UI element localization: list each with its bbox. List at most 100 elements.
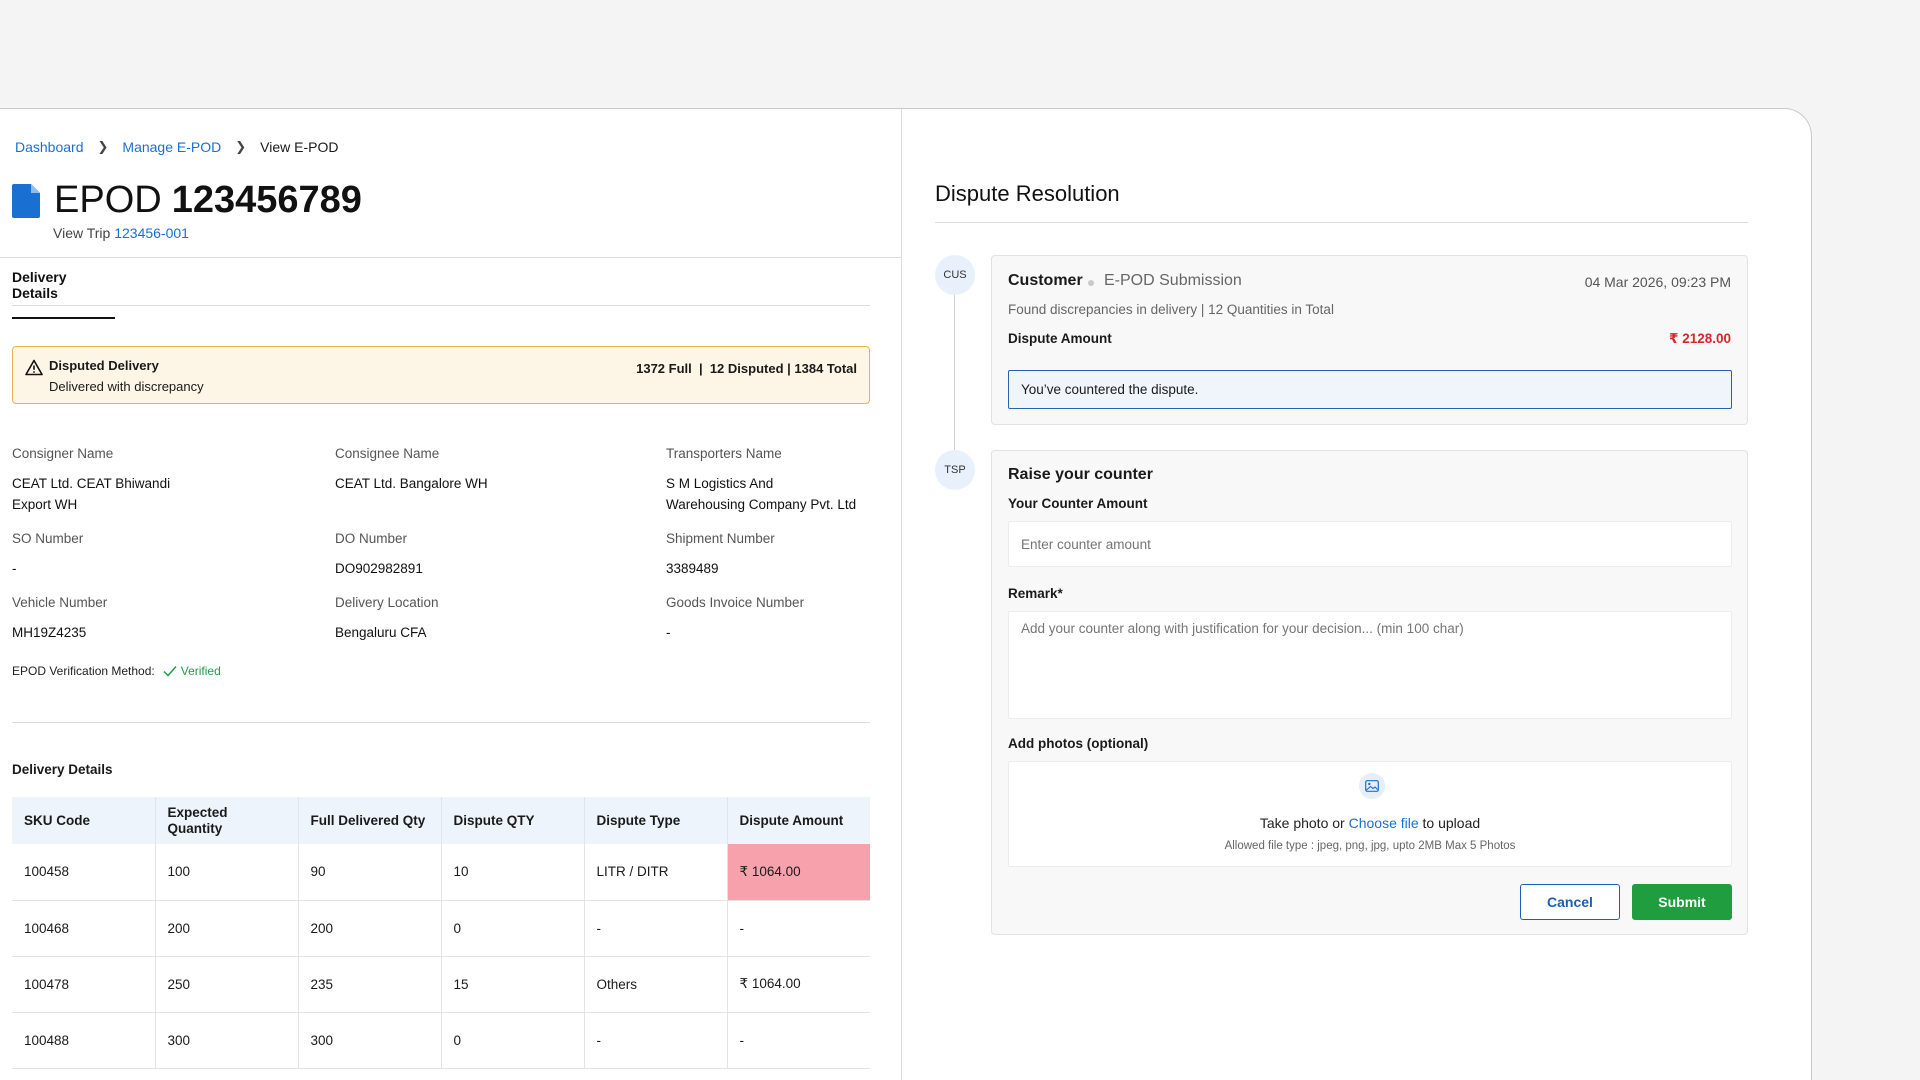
expected-qty-cell: 300 bbox=[155, 1012, 299, 1069]
consignee-name-field: Consignee Name CEAT Ltd. Bangalore WH bbox=[335, 446, 488, 494]
disputed-delivery-alert: Disputed Delivery Delivered with discrep… bbox=[12, 346, 870, 404]
delivery-details-table: SKU Code Expected Quantity Full Delivere… bbox=[12, 797, 870, 1069]
sku-code-cell: 100488 bbox=[12, 1012, 156, 1069]
choose-file-link[interactable]: Choose file bbox=[1349, 815, 1419, 831]
field-value-line: CEAT Ltd. CEAT Bhiwandi bbox=[12, 476, 171, 491]
field-label: Goods Invoice Number bbox=[666, 595, 805, 610]
vehicle-number-field: Vehicle Number MH19Z4235 bbox=[12, 595, 107, 643]
consigner-name-field: Consigner Name CEAT Ltd. CEAT Bhiwandi E… bbox=[12, 446, 170, 515]
alert-summary: 1372 Full | 12 Disputed | 1384 Total bbox=[636, 361, 857, 376]
remark-textarea[interactable] bbox=[1008, 611, 1732, 719]
field-value: CEAT Ltd. CEAT Bhiwandi Export WH bbox=[12, 473, 170, 515]
so-number-field: SO Number - bbox=[12, 531, 83, 579]
field-value: Bengaluru CFA bbox=[335, 625, 427, 640]
field-value: DO902982891 bbox=[335, 561, 423, 576]
sku-code-cell: 100468 bbox=[12, 900, 156, 957]
entry-kind: E-POD Submission bbox=[1104, 272, 1242, 289]
dispute-entry-card: Customer E-POD Submission 04 Mar 2026, 0… bbox=[991, 255, 1748, 425]
epod-details-pane: Dashboard ❯ Manage E-POD ❯ View E-POD EP… bbox=[0, 109, 902, 1080]
field-label: Vehicle Number bbox=[12, 595, 108, 610]
table-row: 100458 100 90 10 LITR / DITR ₹ 1064.00 bbox=[12, 844, 870, 901]
upload-instructions: Take photo or Choose file to upload bbox=[1009, 815, 1731, 831]
column-header: SKU Code bbox=[12, 797, 156, 844]
field-value: - bbox=[12, 561, 17, 576]
field-label: Shipment Number bbox=[666, 531, 775, 546]
dispute-qty-cell: 10 bbox=[441, 844, 585, 901]
app-frame: Dashboard ❯ Manage E-POD ❯ View E-POD EP… bbox=[0, 108, 1812, 1080]
breadcrumb-dashboard[interactable]: Dashboard bbox=[15, 139, 84, 155]
upload-prefix: Take photo or bbox=[1259, 815, 1345, 831]
shipment-number-field: Shipment Number 3389489 bbox=[666, 531, 775, 579]
field-value-line: Warehousing Company Pvt. Ltd bbox=[666, 497, 857, 512]
check-icon bbox=[163, 666, 177, 677]
delivered-qty-cell: 300 bbox=[298, 1012, 442, 1069]
dot-separator bbox=[1088, 280, 1094, 286]
field-value: MH19Z4235 bbox=[12, 625, 87, 640]
dispute-type-cell: - bbox=[584, 1012, 728, 1069]
field-value: - bbox=[666, 625, 671, 640]
avatar: CUS bbox=[935, 255, 975, 295]
raise-counter-card: Raise your counter Your Counter Amount R… bbox=[991, 450, 1748, 935]
sku-code-cell: 100478 bbox=[12, 956, 156, 1013]
dispute-amount-value: ₹ 2128.00 bbox=[1669, 331, 1731, 346]
breadcrumb-current: View E-POD bbox=[260, 139, 339, 155]
remark-label: Remark* bbox=[1008, 586, 1063, 601]
avatar: TSP bbox=[935, 450, 975, 490]
breadcrumb: Dashboard ❯ Manage E-POD ❯ View E-POD bbox=[15, 139, 338, 155]
do-number-field: DO Number DO902982891 bbox=[335, 531, 423, 579]
delivered-qty-cell: 235 bbox=[298, 956, 442, 1013]
dispute-qty-cell: 0 bbox=[441, 900, 585, 957]
dispute-resolution-title: Dispute Resolution bbox=[935, 181, 1120, 206]
page-title: EPOD 123456789 bbox=[12, 179, 362, 222]
divider bbox=[0, 257, 902, 258]
dispute-type-cell: LITR / DITR bbox=[584, 844, 728, 901]
image-upload-icon bbox=[1359, 773, 1385, 799]
expected-qty-cell: 250 bbox=[155, 956, 299, 1013]
field-value-line: S M Logistics And bbox=[666, 476, 774, 491]
goods-invoice-number-field: Goods Invoice Number - bbox=[666, 595, 804, 643]
delivered-qty-cell: 90 bbox=[298, 844, 442, 901]
dispute-type-cell: - bbox=[584, 900, 728, 957]
column-header: Dispute Type bbox=[584, 797, 728, 844]
submit-button[interactable]: Submit bbox=[1632, 884, 1732, 920]
chevron-right-icon: ❯ bbox=[235, 139, 247, 154]
field-value: S M Logistics And Warehousing Company Pv… bbox=[666, 473, 856, 515]
chevron-right-icon: ❯ bbox=[97, 139, 109, 154]
breadcrumb-manage-epod[interactable]: Manage E-POD bbox=[122, 139, 221, 155]
entry-description: Found discrepancies in delivery | 12 Qua… bbox=[1008, 302, 1334, 317]
counter-amount-label: Your Counter Amount bbox=[1008, 496, 1148, 511]
view-trip-label: View Trip bbox=[53, 225, 111, 241]
alert-title: Disputed Delivery bbox=[49, 358, 159, 373]
view-trip: View Trip 123456-001 bbox=[53, 225, 189, 241]
field-value-line: Export WH bbox=[12, 497, 78, 512]
tab-delivery-details[interactable]: Delivery Details bbox=[12, 269, 115, 319]
field-value: 3389489 bbox=[666, 561, 719, 576]
trip-id-link[interactable]: 123456-001 bbox=[114, 225, 189, 241]
photo-upload-dropzone[interactable]: Take photo or Choose file to upload Allo… bbox=[1008, 761, 1732, 867]
table-row: 100478 250 235 15 Others ₹ 1064.00 bbox=[12, 956, 870, 1013]
dispute-qty-cell: 15 bbox=[441, 956, 585, 1013]
entry-date: 04 Mar 2026, 09:23 PM bbox=[1584, 274, 1731, 290]
field-label: Consigner Name bbox=[12, 446, 114, 461]
counter-amount-input[interactable] bbox=[1008, 521, 1732, 567]
table-row: 100488 300 300 0 - - bbox=[12, 1012, 870, 1069]
column-header: Dispute QTY bbox=[441, 797, 585, 844]
upload-hint: Allowed file type : jpeg, png, jpg, upto… bbox=[1224, 840, 1516, 852]
dispute-qty-cell: 0 bbox=[441, 1012, 585, 1069]
cancel-button[interactable]: Cancel bbox=[1520, 884, 1620, 920]
field-label: DO Number bbox=[335, 531, 408, 546]
page-title-prefix: EPOD bbox=[54, 179, 162, 221]
column-header: Expected Quantity bbox=[155, 797, 299, 844]
field-label: SO Number bbox=[12, 531, 84, 546]
expected-qty-cell: 100 bbox=[155, 844, 299, 901]
divider bbox=[12, 722, 870, 723]
delivered-qty-cell: 200 bbox=[298, 900, 442, 957]
tab-underline bbox=[12, 305, 870, 306]
field-label: Delivery Location bbox=[335, 595, 439, 610]
transporters-name-field: Transporters Name S M Logistics And Ware… bbox=[666, 446, 856, 515]
field-value: CEAT Ltd. Bangalore WH bbox=[335, 476, 488, 491]
field-label: Consignee Name bbox=[335, 446, 440, 461]
raise-counter-title: Raise your counter bbox=[1008, 466, 1153, 483]
dispute-amount-cell: ₹ 1064.00 bbox=[727, 956, 870, 1013]
sku-code-cell: 100458 bbox=[12, 844, 156, 901]
